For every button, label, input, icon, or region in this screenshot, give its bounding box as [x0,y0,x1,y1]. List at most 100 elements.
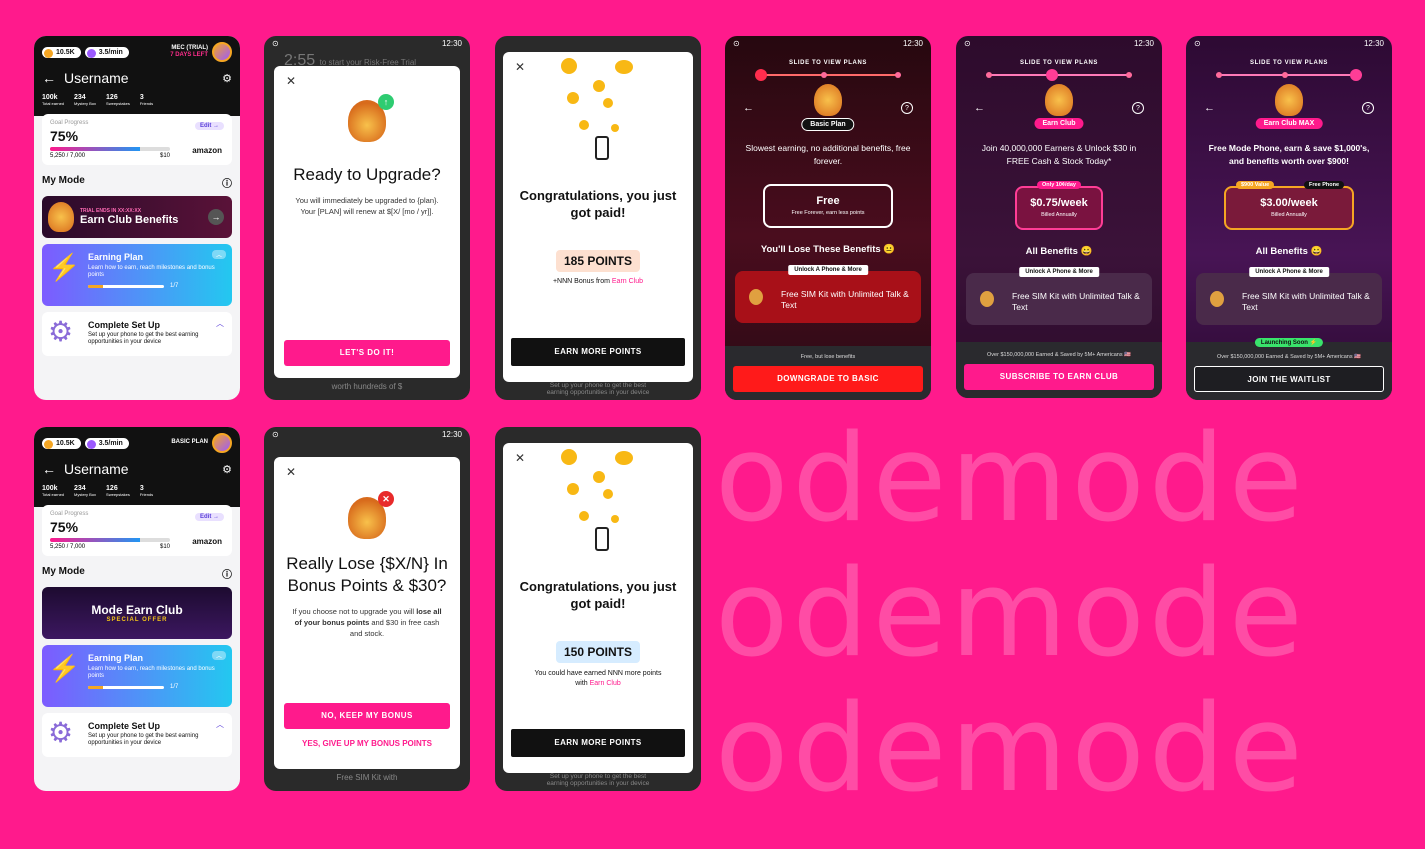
slide-label: SLIDE TO VIEW PLANS [1020,60,1098,66]
goal-percent: 75% [50,128,79,145]
avatar[interactable] [212,42,232,62]
earn-club-benefits-banner[interactable]: TRIAL ENDS IN XX:XX:XX Earn Club Benefit… [42,196,232,239]
back-arrow-icon[interactable]: ← [42,461,56,477]
plan-slider[interactable] [1216,69,1362,81]
help-icon[interactable]: ⓘ [222,175,232,190]
flame-icon: ↑ [348,94,394,142]
help-icon[interactable]: ⓘ [222,566,232,581]
coin-icon [814,84,842,116]
plan-status: BASIC PLAN [171,439,208,446]
launching-soon-badge: Launching Soon ⚡ [1254,338,1324,347]
join-waitlist-button[interactable]: JOIN THE WAITLIST [1194,366,1384,392]
earn-more-points-button[interactable]: EARN MORE POINTS [511,729,685,757]
plan-slider[interactable] [755,69,901,81]
complete-setup-card[interactable]: ⚙ ︿ Complete Set Up Set up your phone to… [42,312,232,357]
rate-chip[interactable]: 3.5/min [84,437,129,449]
benefit-card: Unlock A Phone & More Free SIM Kit with … [1196,266,1382,325]
arrow-right-icon[interactable]: → [208,209,224,226]
avatar[interactable] [212,433,232,453]
gear-icon[interactable]: ⚙ [222,463,232,476]
bolt-icon: ⚡ [48,653,81,684]
edit-goal-button[interactable]: Edit → [195,513,224,522]
flame-icon: ✕ [348,491,394,539]
flame-icon [1275,84,1303,116]
signal-icon: ⊙ [272,38,279,48]
my-mode-heading: My Mode [42,175,85,187]
goal-progress-card[interactable]: Goal Progress 75% Edit → 5,250 / 7,000 $1… [42,114,232,166]
downgrade-button[interactable]: DOWNGRADE TO BASIC [733,366,923,392]
back-arrow-icon[interactable]: ← [1204,102,1215,114]
lose-bonus-screen: ⊙ 12:30 ✕ ✕ Really Lose {$X/N} In Bonus P… [264,427,470,791]
points-box: 185 POINTS [555,249,641,272]
keep-bonus-button[interactable]: NO, KEEP MY BONUS [284,703,450,729]
back-arrow-icon[interactable]: ← [974,102,985,114]
signal-icon: ⊙ [1194,38,1201,48]
coins-chip[interactable]: 10.5K [42,437,81,449]
help-icon[interactable]: ? [1362,102,1374,114]
earn-club-link[interactable]: Earn Club [612,278,643,285]
plan-slider[interactable] [986,69,1132,81]
bonus-line: You could have earned NNN more points wi… [534,669,662,687]
close-icon: ✕ [378,491,394,507]
earn-more-points-button[interactable]: EARN MORE POINTS [511,338,685,366]
plan-footer: Free, but lose benefits DOWNGRADE TO BAS… [725,346,931,400]
amazon-logo: amazon [192,537,222,547]
modal-title: Congratulations, you just got paid! [519,188,677,220]
modal-title: Ready to Upgrade? [293,165,441,184]
lets-do-it-button[interactable]: LET'S DO IT! [284,340,450,366]
earn-club-screen: ⊙ 12:30 SLIDE TO VIEW PLANS ← ? Earn Club… [956,36,1162,398]
close-icon[interactable]: ✕ [286,465,296,479]
bonus-line: +NNN Bonus from Earn Club [552,277,644,285]
plan-footer: Over $150,000,000 Earned & Saved by 5M+ … [956,342,1162,398]
close-icon[interactable]: ✕ [286,74,296,88]
behind-footer: Set up your phone to get the best earning… [546,382,650,396]
points-box: 150 POINTS [555,640,641,663]
earning-plan-card[interactable]: ⚡ ︿ Earning Plan Learn how to earn, reac… [42,244,232,307]
complete-setup-card[interactable]: ⚙ ︿ Complete Set Up Set up your phone to… [42,713,232,758]
price-option[interactable]: Free Free Forever, earn less points [763,183,893,228]
rate-chip[interactable]: 3.5/min [84,46,129,58]
earning-plan-card[interactable]: ⚡ ︿ Earning Plan Learn how to earn, reac… [42,645,232,708]
stats-row: 100k Total earned 234 Mystery Box 126 Sweep… [42,94,154,106]
earn-club-link[interactable]: Earn Club [590,680,621,687]
profile-screen-basic: 10.5K 3.5/min BASIC PLAN ← Username ⚙ 10… [34,427,240,791]
plan-footer: Launching Soon ⚡ Over $150,000,000 Earne… [1186,338,1392,400]
help-icon[interactable]: ? [901,102,913,114]
back-arrow-icon[interactable]: ← [42,70,56,86]
amazon-logo: amazon [192,146,222,156]
chevron-up-icon[interactable]: ︿ [211,250,226,260]
back-arrow-icon[interactable]: ← [743,102,754,114]
give-up-bonus-link[interactable]: YES, GIVE UP MY BONUS POINTS [274,739,460,748]
coins-chip[interactable]: 10.5K [42,46,81,58]
chevron-up-icon[interactable]: ︿ [216,719,224,730]
cog-icon: ⚙ [48,717,74,749]
slide-label: SLIDE TO VIEW PLANS [1250,60,1328,66]
signal-icon: ⊙ [733,38,740,48]
edit-goal-button[interactable]: Edit → [195,122,224,131]
modal-title: Really Lose {$X/N} In Bonus Points & $30… [286,554,448,596]
mode-earn-club-banner[interactable]: Mode Earn Club SPECIAL OFFER [42,587,232,640]
plan-pill: Basic Plan [801,118,855,131]
coins-illustration [503,443,693,563]
coins-illustration [503,52,693,172]
plan-description: Join 40,000,000 Earners & Unlock $30 in … [981,143,1137,166]
chevron-up-icon[interactable]: ︿ [211,651,226,661]
phone-icon [1210,290,1224,307]
help-icon[interactable]: ? [1132,102,1144,114]
chevron-up-icon[interactable]: ︿ [216,318,224,329]
subscribe-button[interactable]: SUBSCRIBE TO EARN CLUB [964,364,1154,390]
upgrade-screen: ⊙ 12:30 2:55 to start your Risk-Free Tria… [264,36,470,400]
modal-body: If you choose not to upgrade you will lo… [292,607,442,638]
behind-footer: worth hundreds of $ [331,382,403,391]
gear-icon[interactable]: ⚙ [222,72,232,85]
modal-title: Congratulations, you just got paid! [519,579,677,611]
price-option[interactable]: Only 10¢/day $0.75/week Billed Annually [1015,180,1103,230]
my-mode-heading: My Mode [42,566,85,578]
background-wordmark: odemode [715,690,1307,810]
behind-footer: Free SIM Kit with [336,773,398,782]
modal-body: You will immediately be upgraded to {pla… [295,196,439,216]
goal-progress-card[interactable]: Goal Progress 75% Edit → 5,250 / 7,000 $1… [42,505,232,557]
price-option[interactable]: $900 Value Free Phone $3.00/week Billed … [1224,180,1354,230]
goal-progress-bar [50,147,170,152]
background-wordmark: odemode [715,420,1307,540]
